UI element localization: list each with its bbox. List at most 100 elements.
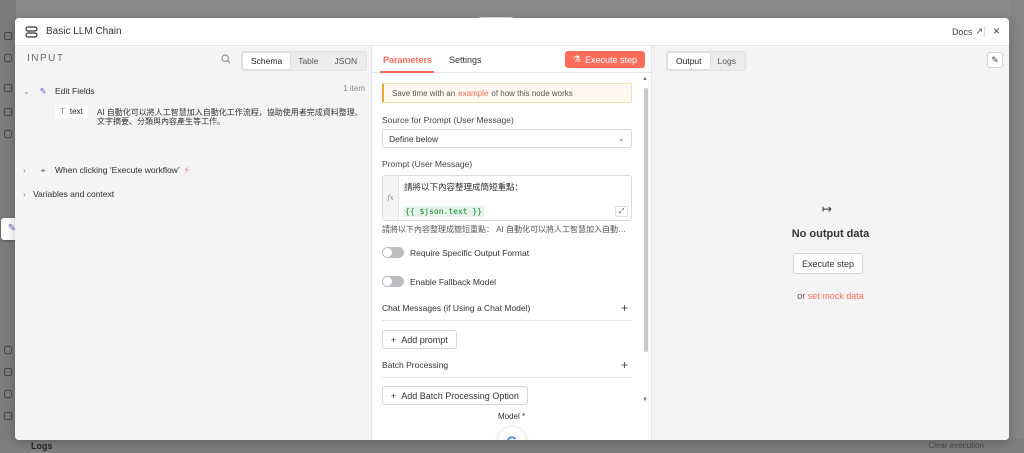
output-panel: Output Logs ✎ ↦ No output data Execute s… <box>652 45 1009 440</box>
insights-icon <box>4 390 12 398</box>
input-panel: INPUT Schema Table JSON ⌄ ✎ Edit Fields … <box>15 45 371 440</box>
plus-icon: + <box>391 390 397 401</box>
docs-label: Docs <box>951 26 973 37</box>
edit-fields-label: Edit Fields <box>55 86 95 96</box>
fallback-toggle[interactable] <box>382 276 404 287</box>
chain-node-icon <box>25 25 38 38</box>
input-view-tabs: Schema Table JSON <box>241 51 368 71</box>
close-button[interactable]: × <box>993 24 1000 38</box>
example-link[interactable]: example <box>458 89 488 98</box>
scrollbar-thumb[interactable] <box>644 88 648 352</box>
output-format-label: Require Specific Output Format <box>410 247 530 258</box>
header-divider <box>984 26 985 37</box>
output-format-toggle[interactable] <box>382 247 404 258</box>
plus-icon: + <box>391 334 397 345</box>
variables-icon <box>4 368 12 376</box>
prompt-expression: {{ $json.text }} <box>403 206 485 217</box>
set-mock-data-link[interactable]: set mock data <box>808 291 864 301</box>
tree-node-variables[interactable]: › Variables and context <box>23 189 114 199</box>
help-icon <box>4 412 12 420</box>
tab-logs[interactable]: Logs <box>710 53 744 69</box>
history-icon <box>4 346 12 354</box>
tip-suffix: of how this node works <box>491 88 573 98</box>
google-gemini-model-button[interactable]: G <box>498 427 526 440</box>
external-link-icon: ↗ <box>975 26 983 36</box>
modal-header: Basic LLM Chain Docs ↗ × <box>15 18 1009 45</box>
variables-label: Variables and context <box>33 189 115 199</box>
prompt-text-line: 請將以下內容整理成簡短重點： <box>404 182 524 192</box>
input-heading: INPUT <box>27 53 65 64</box>
home-icon <box>4 108 12 116</box>
plus-icon[interactable]: + <box>621 301 628 315</box>
plus-icon[interactable]: + <box>621 358 628 372</box>
pencil-icon[interactable]: ✎ <box>987 52 1003 68</box>
item-count: 1 item <box>343 84 365 93</box>
tree-node-trigger[interactable]: › ⌖ When clicking ‘Execute workflow’ ⚡ <box>23 164 190 176</box>
add-batch-label: Add Batch Processing Option <box>401 390 519 401</box>
tab-json[interactable]: JSON <box>327 53 366 69</box>
tip-prefix: Save time with an <box>392 88 456 98</box>
templates-icon <box>4 54 12 62</box>
overview-icon <box>4 32 12 40</box>
tab-settings[interactable]: Settings <box>449 55 482 65</box>
edit-fields-icon: ✎ <box>39 85 47 96</box>
node-title[interactable]: Basic LLM Chain <box>46 26 122 37</box>
canvas-edge <box>1010 0 1024 453</box>
node-details-modal: Basic LLM Chain Docs ↗ × INPUT Schema Ta… <box>15 18 1009 440</box>
expand-icon[interactable]: ⤢ <box>615 206 628 217</box>
add-batch-button[interactable]: + Add Batch Processing Option <box>382 386 528 405</box>
chevron-down-icon[interactable]: ⌄ <box>23 87 33 96</box>
chevron-down-icon: ⌄ <box>617 133 625 143</box>
fallback-toggle-row: Enable Fallback Model <box>382 276 496 287</box>
mock-prefix: or <box>797 291 806 301</box>
output-execute-step-button[interactable]: Execute step <box>793 253 864 274</box>
arrow-to-right-icon: ↦ <box>822 202 833 216</box>
user-icon <box>4 130 12 138</box>
cursor-click-icon: ⌖ <box>40 164 46 175</box>
source-label: Source for Prompt (User Message) <box>382 115 514 125</box>
chat-messages-section: Chat Messages (if Using a Chat Model) + <box>382 301 632 321</box>
tab-parameters[interactable]: Parameters <box>383 55 432 65</box>
chevron-right-icon[interactable]: › <box>23 190 33 199</box>
field-value: AI 自動化可以將人工智慧加入自動化工作流程，協助使用者完成資料整理、文字摘要、… <box>97 108 363 126</box>
scroll-up-icon[interactable]: ▲ <box>642 76 648 82</box>
tab-table[interactable]: Table <box>290 53 326 69</box>
mock-data-row: or set mock data <box>652 291 1009 301</box>
logs-label[interactable]: Logs <box>31 441 53 451</box>
lightning-icon: ⚡ <box>183 164 190 175</box>
field-name: text <box>69 107 83 116</box>
source-select[interactable]: Define below ⌄ <box>382 129 632 148</box>
batch-section: Batch Processing + <box>382 358 632 378</box>
chevron-right-icon[interactable]: › <box>23 166 33 175</box>
workflow-icon <box>4 84 12 92</box>
schema-field-pill[interactable]: T text <box>55 105 88 118</box>
clear-execution-button[interactable]: Clear execution <box>928 441 984 450</box>
tab-output[interactable]: Output <box>668 53 710 69</box>
batch-label: Batch Processing <box>382 360 449 370</box>
example-tip: Save time with an example of how this no… <box>382 83 632 103</box>
search-icon[interactable] <box>221 54 231 64</box>
tree-node-edit-fields[interactable]: ⌄ ✎ Edit Fields <box>23 85 95 97</box>
prompt-expression-editor[interactable]: fx 請將以下內容整理成簡短重點： {{ $json.text }} ⤢ <box>382 175 632 221</box>
output-tabs: Output Logs <box>666 51 746 71</box>
empty-output-title: No output data <box>791 228 870 240</box>
scroll-down-icon[interactable]: ▼ <box>642 397 648 403</box>
source-value: Define below <box>389 133 439 144</box>
logs-bar: Logs Clear execution <box>0 439 1024 453</box>
execute-step-label: Execute step <box>584 54 637 65</box>
flask-icon: ⚗ <box>572 54 581 64</box>
google-icon: G <box>507 433 518 440</box>
model-label: Model * <box>497 412 526 421</box>
add-prompt-button[interactable]: + Add prompt <box>382 330 457 349</box>
fx-icon: fx <box>383 176 399 220</box>
chat-messages-label: Chat Messages (if Using a Chat Model) <box>382 303 531 313</box>
add-prompt-label: Add prompt <box>401 334 448 345</box>
output-format-toggle-row: Require Specific Output Format <box>382 247 529 258</box>
execute-step-button[interactable]: ⚗ Execute step <box>564 51 645 68</box>
params-tabs: Parameters Settings ⚗ Execute step <box>372 46 651 73</box>
docs-link[interactable]: Docs ↗ <box>952 26 983 37</box>
tab-schema[interactable]: Schema <box>243 53 291 69</box>
trigger-label: When clicking ‘Execute workflow’ <box>55 165 180 175</box>
prompt-preview: 請將以下內容整理成簡短重點： AI 自動化可以將人工智慧加入自動化工作流程，協助… <box>382 225 632 234</box>
parameters-panel: Parameters Settings ⚗ Execute step Save … <box>371 45 652 440</box>
